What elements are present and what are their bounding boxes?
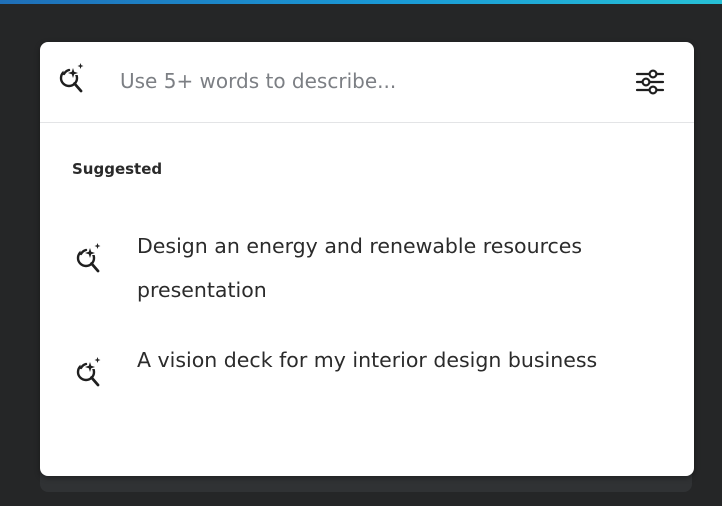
magic-search-panel: Suggested Design an energy and renewable… <box>40 42 694 476</box>
search-input[interactable] <box>120 64 620 98</box>
suggestion-item[interactable]: A vision deck for my interior design bus… <box>40 336 694 432</box>
magic-search-icon[interactable] <box>58 62 86 96</box>
suggestion-item[interactable]: Design an energy and renewable resources… <box>40 222 694 318</box>
suggested-heading: Suggested <box>72 160 163 178</box>
suggestion-label: A vision deck for my interior design bus… <box>137 348 598 372</box>
search-bar <box>40 42 694 123</box>
suggestion-label: Design an energy and renewable resources… <box>137 234 583 302</box>
magic-search-icon <box>74 356 104 390</box>
top-accent-bar <box>0 0 722 4</box>
sliders-icon[interactable] <box>634 66 666 98</box>
magic-search-icon <box>74 242 104 276</box>
